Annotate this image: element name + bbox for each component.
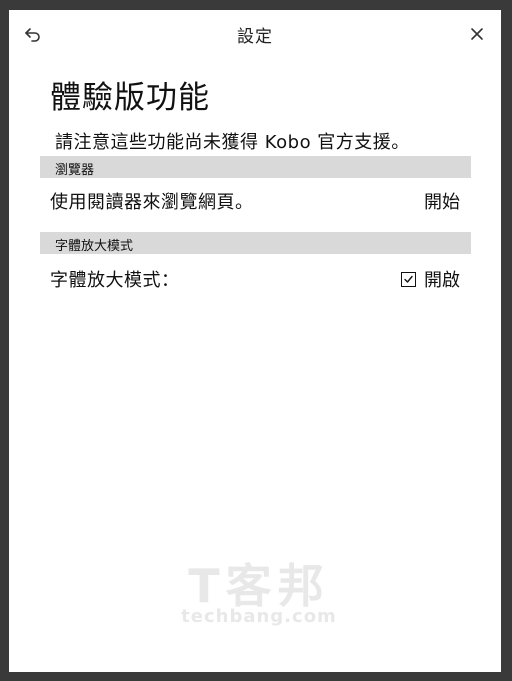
section-header-zoom-mode: 字體放大模式 bbox=[40, 232, 471, 254]
settings-panel: 設定 體驗版功能 請注意這些功能尚未獲得 Kobo 官方支援。 瀏覽器 使用閱讀… bbox=[9, 10, 501, 672]
section-header-label: 字體放大模式 bbox=[55, 239, 134, 254]
checkbox[interactable] bbox=[401, 271, 416, 287]
topbar-title: 設定 bbox=[237, 27, 273, 47]
watermark: T客邦 techbang.com bbox=[174, 550, 344, 636]
toggle-label: 開啟 bbox=[424, 270, 460, 291]
close-button[interactable] bbox=[465, 22, 489, 46]
page-heading: 體驗版功能 bbox=[50, 80, 210, 116]
watermark-url: techbang.com bbox=[181, 606, 337, 627]
top-bar: 設定 bbox=[9, 10, 501, 56]
section-header-label: 瀏覽器 bbox=[55, 163, 95, 178]
browser-start-button[interactable]: 開始 bbox=[424, 188, 460, 214]
support-notice: 請注意這些功能尚未獲得 Kobo 官方支援。 bbox=[55, 132, 410, 153]
checkmark-icon bbox=[404, 275, 413, 283]
section-header-browser: 瀏覽器 bbox=[40, 156, 471, 178]
close-icon bbox=[471, 28, 483, 40]
browser-row-label: 使用閱讀器來瀏覽網頁。 bbox=[50, 192, 254, 213]
zoom-mode-toggle[interactable]: 開啟 bbox=[401, 266, 460, 292]
zoom-mode-row-label: 字體放大模式： bbox=[50, 270, 180, 291]
